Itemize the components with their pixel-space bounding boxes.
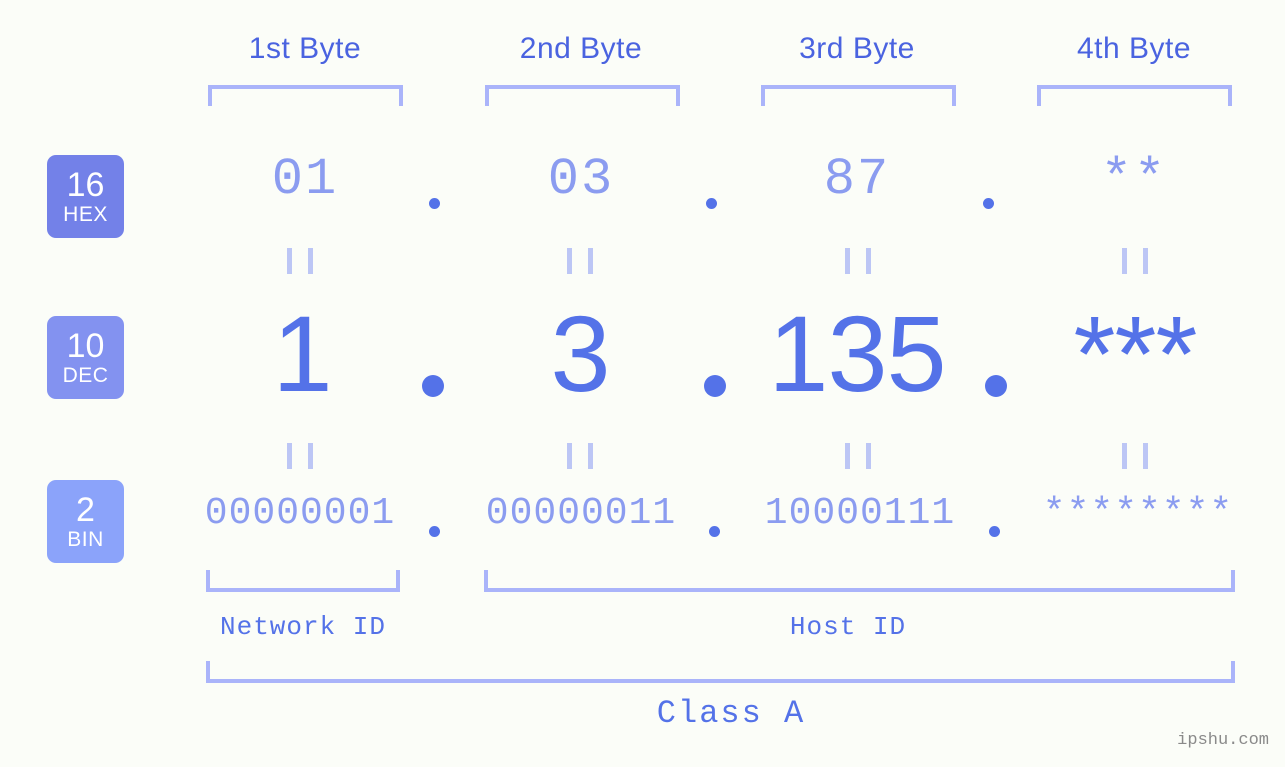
dec-byte-3: 135 [768,293,946,414]
byte-header-2: 2nd Byte [519,32,643,65]
class-bracket [206,661,1235,683]
byte-bracket-4 [1037,85,1232,106]
class-label: Class A [656,695,806,732]
dec-separator-dot-3 [985,375,1007,397]
bin-separator-dot-3 [989,526,1000,537]
byte-header-1: 1st Byte [248,32,362,65]
dec-byte-1: 1 [272,293,332,414]
base-badge-dec-name: DEC [62,364,109,387]
equals-mark-dec-bin-1 [287,443,313,469]
bin-byte-1: 00000001 [204,492,396,535]
equals-mark-hex-dec-2 [567,248,593,274]
byte-bracket-1 [208,85,403,106]
equals-mark-dec-bin-4 [1122,443,1148,469]
equals-mark-dec-bin-2 [567,443,593,469]
bin-byte-4: ******** [1042,492,1234,535]
hex-byte-2: 03 [547,150,615,209]
equals-mark-hex-dec-1 [287,248,313,274]
base-badge-bin-number: 2 [76,491,95,529]
hex-separator-dot-1 [429,198,440,209]
byte-bracket-3 [761,85,956,106]
hex-separator-dot-3 [983,198,994,209]
byte-bracket-2 [485,85,680,106]
network-id-bracket [206,570,400,592]
bin-byte-3: 10000111 [764,492,956,535]
hex-byte-3: 87 [823,150,891,209]
site-watermark: ipshu.com [1177,731,1269,750]
equals-mark-hex-dec-3 [845,248,871,274]
bin-separator-dot-2 [709,526,720,537]
host-id-label: Host ID [789,612,907,642]
base-badge-hex: 16 HEX [47,155,124,238]
dec-byte-2: 3 [550,293,610,414]
dec-separator-dot-1 [422,375,444,397]
byte-header-3: 3rd Byte [799,32,915,65]
hex-byte-1: 01 [271,150,339,209]
base-badge-bin-name: BIN [67,528,104,551]
base-badge-dec: 10 DEC [47,316,124,399]
base-badge-hex-name: HEX [63,203,108,226]
byte-header-4: 4th Byte [1076,32,1192,65]
hex-separator-dot-2 [706,198,717,209]
dec-separator-dot-2 [704,375,726,397]
equals-mark-dec-bin-3 [845,443,871,469]
base-badge-hex-number: 16 [66,166,105,204]
hex-byte-4: ** [1100,150,1168,209]
ip-byte-breakdown-diagram: 1st Byte 2nd Byte 3rd Byte 4th Byte 16 H… [0,0,1285,767]
equals-mark-hex-dec-4 [1122,248,1148,274]
host-id-bracket [484,570,1235,592]
base-badge-bin: 2 BIN [47,480,124,563]
dec-byte-4: *** [1073,293,1197,414]
network-id-label: Network ID [219,612,387,642]
bin-byte-2: 00000011 [485,492,677,535]
base-badge-dec-number: 10 [66,327,105,365]
bin-separator-dot-1 [429,526,440,537]
